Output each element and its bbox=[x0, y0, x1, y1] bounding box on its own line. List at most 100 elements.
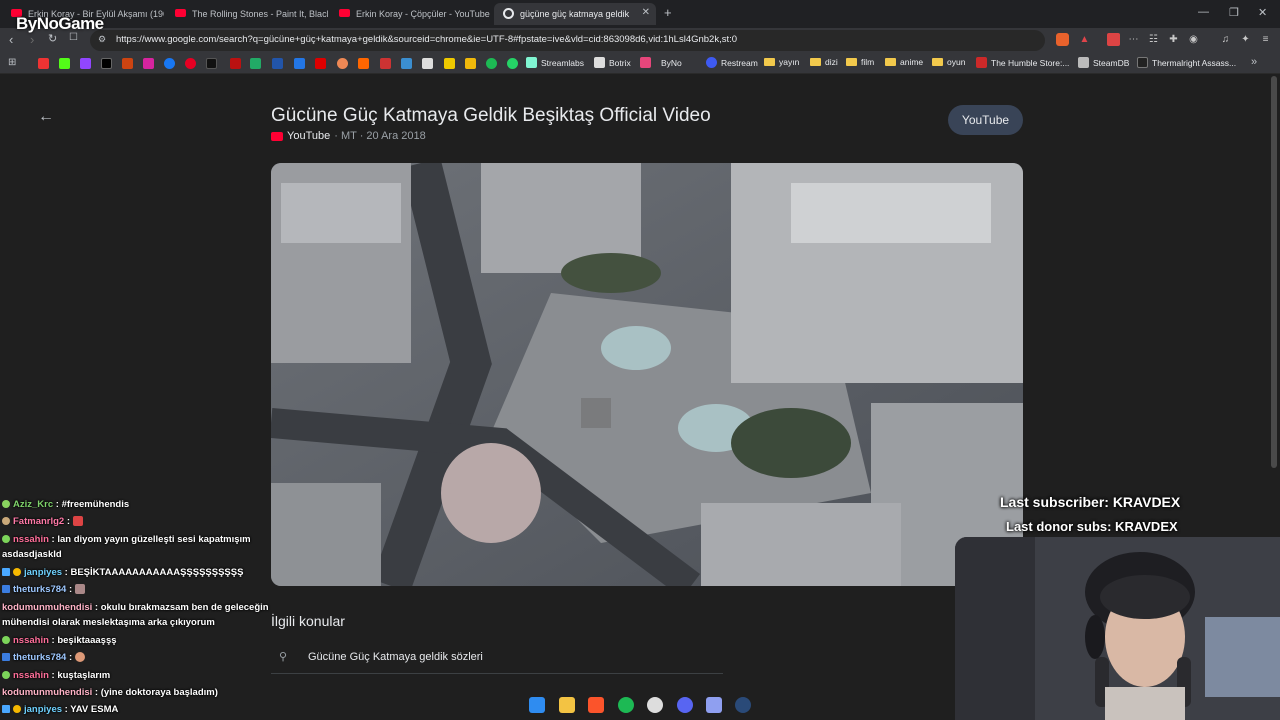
pinterest-bookmark-icon[interactable] bbox=[185, 58, 196, 69]
file-explorer-icon[interactable] bbox=[559, 697, 575, 713]
whatsapp-bookmark-icon[interactable] bbox=[507, 58, 518, 69]
bookmark-botrix[interactable]: Botrix bbox=[594, 57, 631, 68]
chat-badge-icon bbox=[2, 705, 10, 714]
bookmark-folder-film[interactable]: film bbox=[846, 57, 874, 67]
new-tab-button[interactable]: + bbox=[664, 5, 672, 20]
discord-icon[interactable] bbox=[677, 697, 693, 713]
humble-icon bbox=[976, 57, 987, 68]
chat-text: : okulu bırakmazsam ben de geleceğin bbox=[94, 602, 269, 613]
minimize-icon[interactable]: — bbox=[1198, 6, 1209, 18]
maximize-icon[interactable]: ❐ bbox=[1229, 6, 1239, 19]
folder-icon bbox=[846, 58, 857, 66]
bookmark-icon[interactable] bbox=[444, 58, 455, 69]
related-topic-item[interactable]: ⚲ Gücüne Güç Katmaya geldik sözleri bbox=[271, 644, 723, 674]
extension-icon[interactable]: ☷ bbox=[1147, 33, 1160, 46]
spotify-icon[interactable] bbox=[618, 697, 634, 713]
media-controls-icon[interactable]: ♫ bbox=[1219, 33, 1232, 46]
bookmark-icon[interactable] bbox=[380, 58, 391, 69]
bookmark-icon[interactable] bbox=[422, 58, 433, 69]
more-extensions-icon[interactable]: ⋯ bbox=[1127, 33, 1140, 46]
x-bookmark-icon[interactable] bbox=[101, 58, 112, 69]
profile-icon[interactable]: ◉ bbox=[1187, 33, 1200, 46]
bookmark-icon[interactable] bbox=[250, 58, 261, 69]
facebook-bookmark-icon[interactable] bbox=[164, 58, 175, 69]
chat-message: Aziz_Krc : #freemühendis bbox=[2, 499, 129, 510]
steam-icon[interactable] bbox=[735, 697, 751, 713]
tab-rolling-stones[interactable]: The Rolling Stones - Paint It, Black (O bbox=[166, 3, 328, 25]
chat-username: nssahin bbox=[13, 534, 49, 545]
site-info-icon[interactable]: ⚙ bbox=[98, 34, 106, 45]
chat-message-continued: asdasdjaskld bbox=[2, 549, 62, 560]
address-bar[interactable]: ⚙ https://www.google.com/search?q=gücüne… bbox=[90, 30, 1045, 51]
tiktok-bookmark-icon[interactable] bbox=[206, 58, 217, 69]
search-icon: ⚲ bbox=[279, 651, 288, 663]
bookmark-icon[interactable] bbox=[122, 58, 133, 69]
bookmark-icon[interactable] bbox=[315, 58, 326, 69]
url-text[interactable]: https://www.google.com/search?q=gücüne+g… bbox=[116, 34, 737, 45]
menu-icon[interactable]: ≡ bbox=[1259, 33, 1272, 46]
bookmark-icon[interactable] bbox=[401, 58, 412, 69]
bookmark-icon[interactable] bbox=[230, 58, 241, 69]
back-arrow-icon[interactable]: ← bbox=[38, 108, 54, 126]
last-donor-label: Last donor subs: KRAVDEX bbox=[1006, 519, 1178, 534]
windows-start-icon[interactable] bbox=[529, 697, 545, 713]
video-player[interactable] bbox=[271, 163, 1023, 586]
bookmark-icon[interactable] bbox=[272, 58, 283, 69]
page-scrollbar[interactable] bbox=[1271, 76, 1277, 468]
apps-grid-icon[interactable]: ⊞ bbox=[8, 57, 16, 68]
binance-bookmark-icon[interactable] bbox=[465, 58, 476, 69]
bookmark-icon[interactable] bbox=[358, 58, 369, 69]
forward-icon[interactable]: › bbox=[30, 32, 34, 47]
instagram-bookmark-icon[interactable] bbox=[143, 58, 154, 69]
stream-logo: ByNoGame bbox=[16, 14, 104, 33]
bookmark-icon[interactable] bbox=[294, 58, 305, 69]
twitch-bookmark-icon[interactable] bbox=[80, 58, 91, 69]
meta-source[interactable]: YouTube bbox=[287, 130, 330, 142]
bookmark-folder-anime[interactable]: anime bbox=[885, 57, 923, 67]
bookmark-icon[interactable] bbox=[337, 58, 348, 69]
chat-username: nssahin bbox=[13, 635, 49, 646]
video-title[interactable]: Gücüne Güç Katmaya Geldik Beşiktaş Offic… bbox=[271, 105, 711, 127]
bookmark-humble-store[interactable]: The Humble Store:... bbox=[976, 57, 1069, 68]
back-icon[interactable]: ‹ bbox=[9, 32, 13, 47]
chat-text: : beşiktaaaşşş bbox=[51, 635, 117, 646]
bookmark-folder-oyun[interactable]: oyun bbox=[932, 57, 965, 67]
leo-ai-icon[interactable]: ✦ bbox=[1239, 33, 1252, 46]
tab-erkin-koray-copculer[interactable]: Erkin Koray - Çöpçüler - YouTube bbox=[330, 3, 492, 25]
gmail-extension-icon[interactable] bbox=[1107, 33, 1120, 46]
brave-browser-icon[interactable] bbox=[588, 697, 604, 713]
close-window-icon[interactable]: ✕ bbox=[1258, 6, 1267, 19]
kick-bookmark-icon[interactable] bbox=[59, 58, 70, 69]
chat-username: kodumunmuhendisi bbox=[2, 602, 93, 613]
bookmark-folder-yayin[interactable]: yayın bbox=[764, 57, 799, 67]
browser-toolbar: ‹ › ↻ ☐ ⚙ https://www.google.com/search?… bbox=[0, 28, 1280, 53]
more-bookmarks-icon[interactable]: » bbox=[1251, 56, 1257, 68]
bookmark-streamlabs[interactable]: Streamlabs bbox=[526, 57, 584, 68]
brave-shield-icon[interactable] bbox=[1056, 33, 1069, 46]
obs-icon[interactable] bbox=[647, 697, 663, 713]
chat-text: : bbox=[68, 584, 73, 595]
tab-google-search-active[interactable]: güçüne güç katmaya geldik ✕ bbox=[494, 3, 656, 25]
google-favicon-icon bbox=[503, 8, 514, 19]
restream-icon bbox=[706, 57, 717, 68]
youtube-bookmark-icon[interactable] bbox=[38, 58, 49, 69]
folder-icon bbox=[764, 58, 775, 66]
chat-message: nssahin : lan diyom yayın güzelleşti ses… bbox=[2, 534, 251, 545]
youtube-logo-icon bbox=[271, 131, 283, 141]
bookmark-folder-dizi[interactable]: dizi bbox=[810, 57, 838, 67]
bookmark-steamdb[interactable]: SteamDB bbox=[1078, 57, 1129, 68]
chat-text: : kuştaşlarım bbox=[51, 670, 111, 681]
close-tab-icon[interactable]: ✕ bbox=[642, 7, 650, 18]
app-icon[interactable] bbox=[706, 697, 722, 713]
chat-message: nssahin : kuştaşlarım bbox=[2, 670, 110, 681]
webcam-image bbox=[955, 537, 1280, 720]
bookmark-byno[interactable]: ByNo bbox=[640, 57, 682, 68]
brave-rewards-icon[interactable]: ▲ bbox=[1078, 33, 1091, 46]
bookmark-thermalright[interactable]: Thermalright Assass... bbox=[1137, 57, 1236, 68]
puzzle-extensions-icon[interactable]: ✚ bbox=[1167, 33, 1180, 46]
chat-text: : bbox=[68, 652, 73, 663]
spotify-bookmark-icon[interactable] bbox=[486, 58, 497, 69]
chat-message-continued: mühendisi olarak meslektaşıma arka çıkıy… bbox=[2, 617, 215, 628]
open-youtube-button[interactable]: YouTube bbox=[948, 105, 1023, 135]
bookmark-restream[interactable]: Restream bbox=[706, 57, 758, 68]
